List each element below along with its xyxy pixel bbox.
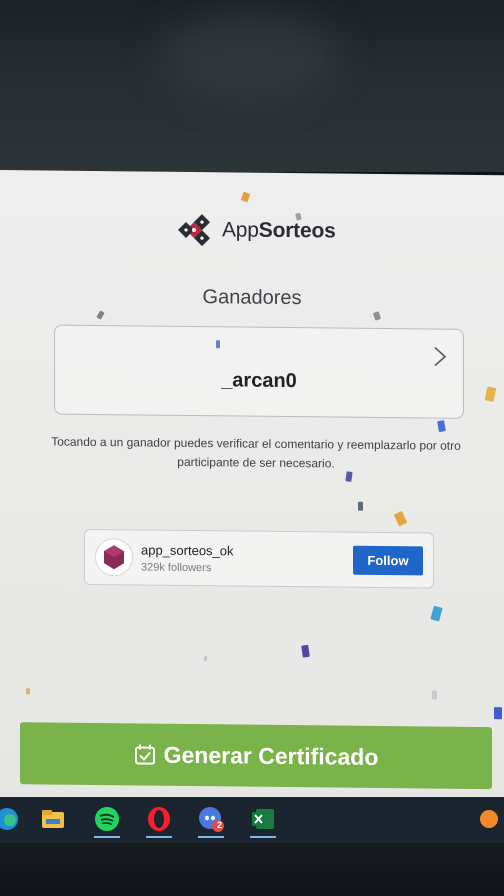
- confetti-piece: [96, 310, 105, 320]
- camera-reflection: [160, 10, 340, 100]
- confetti-piece: [494, 707, 502, 720]
- confetti-piece: [204, 656, 207, 662]
- winner-hint-text: Tocando a un ganador puedes verificar el…: [51, 434, 461, 471]
- account-username[interactable]: app_sorteos_ok: [141, 542, 234, 558]
- excel-icon[interactable]: [246, 803, 280, 838]
- monitor-bezel-bottom: [0, 843, 504, 896]
- confetti-piece: [430, 605, 443, 622]
- confetti-piece: [393, 510, 408, 527]
- spotify-icon[interactable]: [90, 803, 124, 838]
- active-indicator: [250, 836, 276, 838]
- confetti-piece: [26, 688, 30, 695]
- instagram-follow-card: app_sorteos_ok 329k followers Follow: [84, 528, 434, 589]
- active-indicator: [146, 836, 172, 838]
- winner-username: _arcan0: [221, 369, 297, 393]
- confetti-piece: [484, 386, 497, 402]
- file-explorer-icon[interactable]: [36, 803, 70, 835]
- winners-title: Ganadores: [202, 286, 302, 310]
- chevron-right-icon: [434, 346, 447, 367]
- windows-taskbar: 2: [0, 797, 504, 843]
- avatar: [95, 537, 133, 577]
- account-logo-icon: [104, 545, 124, 570]
- dice-logo-icon: [178, 214, 210, 247]
- generate-certificate-button[interactable]: Generar Certificado: [20, 722, 492, 790]
- logo-text-sorteos: Sorteos: [258, 218, 336, 243]
- tray-status-icon[interactable]: [472, 803, 504, 835]
- active-indicator: [198, 836, 224, 838]
- opera-icon[interactable]: [142, 803, 176, 838]
- calendar-check-icon: [134, 744, 155, 765]
- account-followers: 329k followers: [141, 561, 212, 575]
- confetti-piece: [372, 311, 382, 321]
- appsorteos-logo: AppSorteos: [176, 212, 336, 250]
- discord-icon[interactable]: 2: [194, 803, 228, 838]
- discord-notification-badge: 2: [217, 820, 223, 830]
- edge-icon[interactable]: [0, 803, 24, 835]
- logo-text: AppSorteos: [222, 218, 336, 243]
- active-indicator: [94, 836, 120, 838]
- confetti-piece: [437, 420, 446, 433]
- generate-certificate-label: Generar Certificado: [163, 741, 379, 770]
- app-screen: AppSorteos Ganadores _arcan0 Tocando a u…: [0, 170, 504, 804]
- follow-button[interactable]: Follow: [353, 545, 423, 576]
- confetti-piece: [432, 690, 437, 700]
- winner-card[interactable]: _arcan0: [54, 324, 464, 419]
- confetti-piece: [240, 191, 251, 203]
- monitor-bezel-top: [0, 0, 504, 172]
- confetti-piece: [301, 644, 310, 658]
- confetti-piece: [358, 501, 363, 511]
- logo-text-app: App: [222, 218, 259, 242]
